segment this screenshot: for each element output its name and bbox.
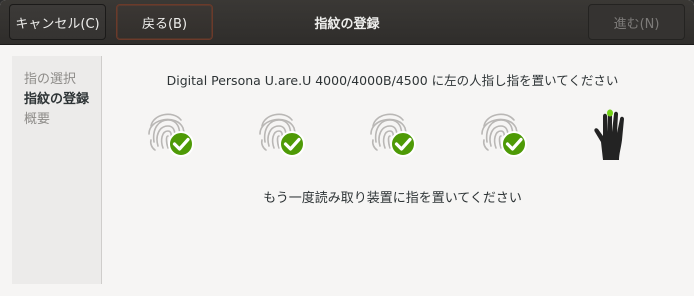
fingerprint-check-icon bbox=[476, 106, 530, 160]
cancel-button[interactable]: キャンセル(C) bbox=[9, 4, 106, 40]
fingerprint-check-icon bbox=[365, 106, 419, 160]
scan-progress-row bbox=[103, 106, 682, 166]
headerbar: キャンセル(C) 戻る(B) 指紋の登録 進む(N) bbox=[0, 0, 694, 45]
fingerprint-check-icon bbox=[254, 106, 308, 160]
next-button[interactable]: 進む(N) bbox=[588, 4, 685, 40]
dialog-title: 指紋の登録 bbox=[314, 17, 380, 32]
enroll-fingerprint-dialog: キャンセル(C) 戻る(B) 指紋の登録 進む(N) 指の選択 指紋の登録 概要… bbox=[0, 0, 694, 296]
fingerprint-check-icon bbox=[143, 106, 197, 160]
sidebar-item-summary: 概要 bbox=[24, 112, 51, 127]
back-button[interactable]: 戻る(B) bbox=[116, 4, 213, 40]
instruction-text: Digital Persona U.are.U 4000/4000B/4500 … bbox=[166, 73, 619, 88]
status-text: もう一度読み取り装置に指を置いてください bbox=[263, 191, 522, 206]
sidebar-item-enroll-fingerprint: 指紋の登録 bbox=[24, 92, 90, 107]
main-content: Digital Persona U.are.U 4000/4000B/4500 … bbox=[103, 56, 682, 284]
steps-sidebar: 指の選択 指紋の登録 概要 bbox=[12, 56, 102, 284]
left-hand-index-icon bbox=[589, 106, 637, 162]
sidebar-item-select-finger: 指の選択 bbox=[24, 72, 77, 87]
